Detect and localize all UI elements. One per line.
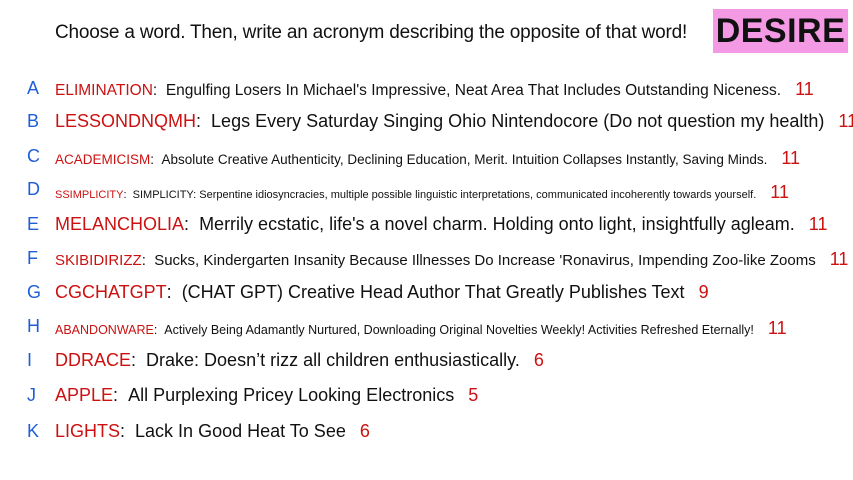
entry-word: CGCHATGPT: [55, 282, 167, 302]
entry-word: LIGHTS: [55, 421, 121, 441]
entry-word: SKIBIDIRIZZ: [55, 252, 142, 269]
entry-acronym: Merrily ecstatic, life's a novel charm. …: [199, 214, 795, 234]
entry-acronym: Engulfing Losers In Michael's Impressive…: [165, 82, 782, 99]
entry-letter: I: [27, 350, 33, 370]
entry-letter: D: [27, 179, 40, 199]
prompt-text: Choose a word. Then, write an acronym de…: [55, 22, 688, 43]
entry-letter: C: [27, 146, 40, 166]
entry-letter: E: [27, 214, 40, 234]
entry-letter: G: [27, 282, 42, 302]
entry-acronym: SIMPLICITY: Serpentine idiosyncracies, m…: [132, 189, 757, 201]
entry-letter: A: [27, 78, 40, 98]
entry-word: ACADEMICISM: [55, 152, 151, 167]
entry-word: LESSONDNQMH: [55, 111, 197, 131]
entry-acronym: Drake: Doesn’t rizz all children enthusi…: [146, 350, 520, 370]
entry-letter: J: [27, 385, 36, 405]
entry-acronym: (CHAT GPT) Creative Head Author That Gre…: [181, 282, 685, 302]
entry-letter: B: [27, 111, 40, 131]
entry-word: DDRACE: [55, 350, 132, 370]
entry-letter: F: [27, 248, 38, 268]
entry-count: 11: [808, 214, 828, 234]
entry-count: 9: [698, 282, 709, 302]
entry-count: 11: [781, 148, 801, 168]
entry-count: 11: [767, 318, 787, 338]
entry-word: SSIMPLICITY: [55, 189, 124, 201]
entry-count: 6: [533, 350, 544, 370]
entry-acronym: Legs Every Saturday Singing Ohio Nintend…: [211, 111, 825, 131]
entry-acronym: Lack In Good Heat To See: [135, 421, 346, 441]
entry-count: 5: [468, 385, 479, 405]
entry-word: ELIMINATION: [55, 82, 153, 99]
entry-count: 11: [829, 249, 849, 269]
entry-acronym: Sucks, Kindergarten Insanity Because Ill…: [154, 252, 816, 269]
entry-letter: K: [27, 421, 40, 441]
entry-acronym: All Purplexing Pricey Looking Electronic…: [128, 385, 455, 405]
entry-acronym: Actively Being Adamantly Nurtured, Downl…: [164, 323, 754, 337]
entry-count: 11: [795, 79, 814, 99]
entry-word: ABANDONWARE: [55, 323, 154, 337]
entry-word: APPLE: [55, 385, 114, 405]
entry-acronym: Absolute Creative Authenticity, Declinin…: [161, 152, 768, 167]
target-word: DESIRE: [715, 11, 846, 50]
entry-letter: H: [27, 316, 40, 336]
entry-word: MELANCHOLIA: [55, 214, 185, 234]
target-word-box: DESIRE: [713, 9, 848, 53]
entry-count: 6: [359, 421, 370, 441]
entry-count: 11: [838, 111, 853, 131]
entry-count: 11: [770, 182, 789, 202]
